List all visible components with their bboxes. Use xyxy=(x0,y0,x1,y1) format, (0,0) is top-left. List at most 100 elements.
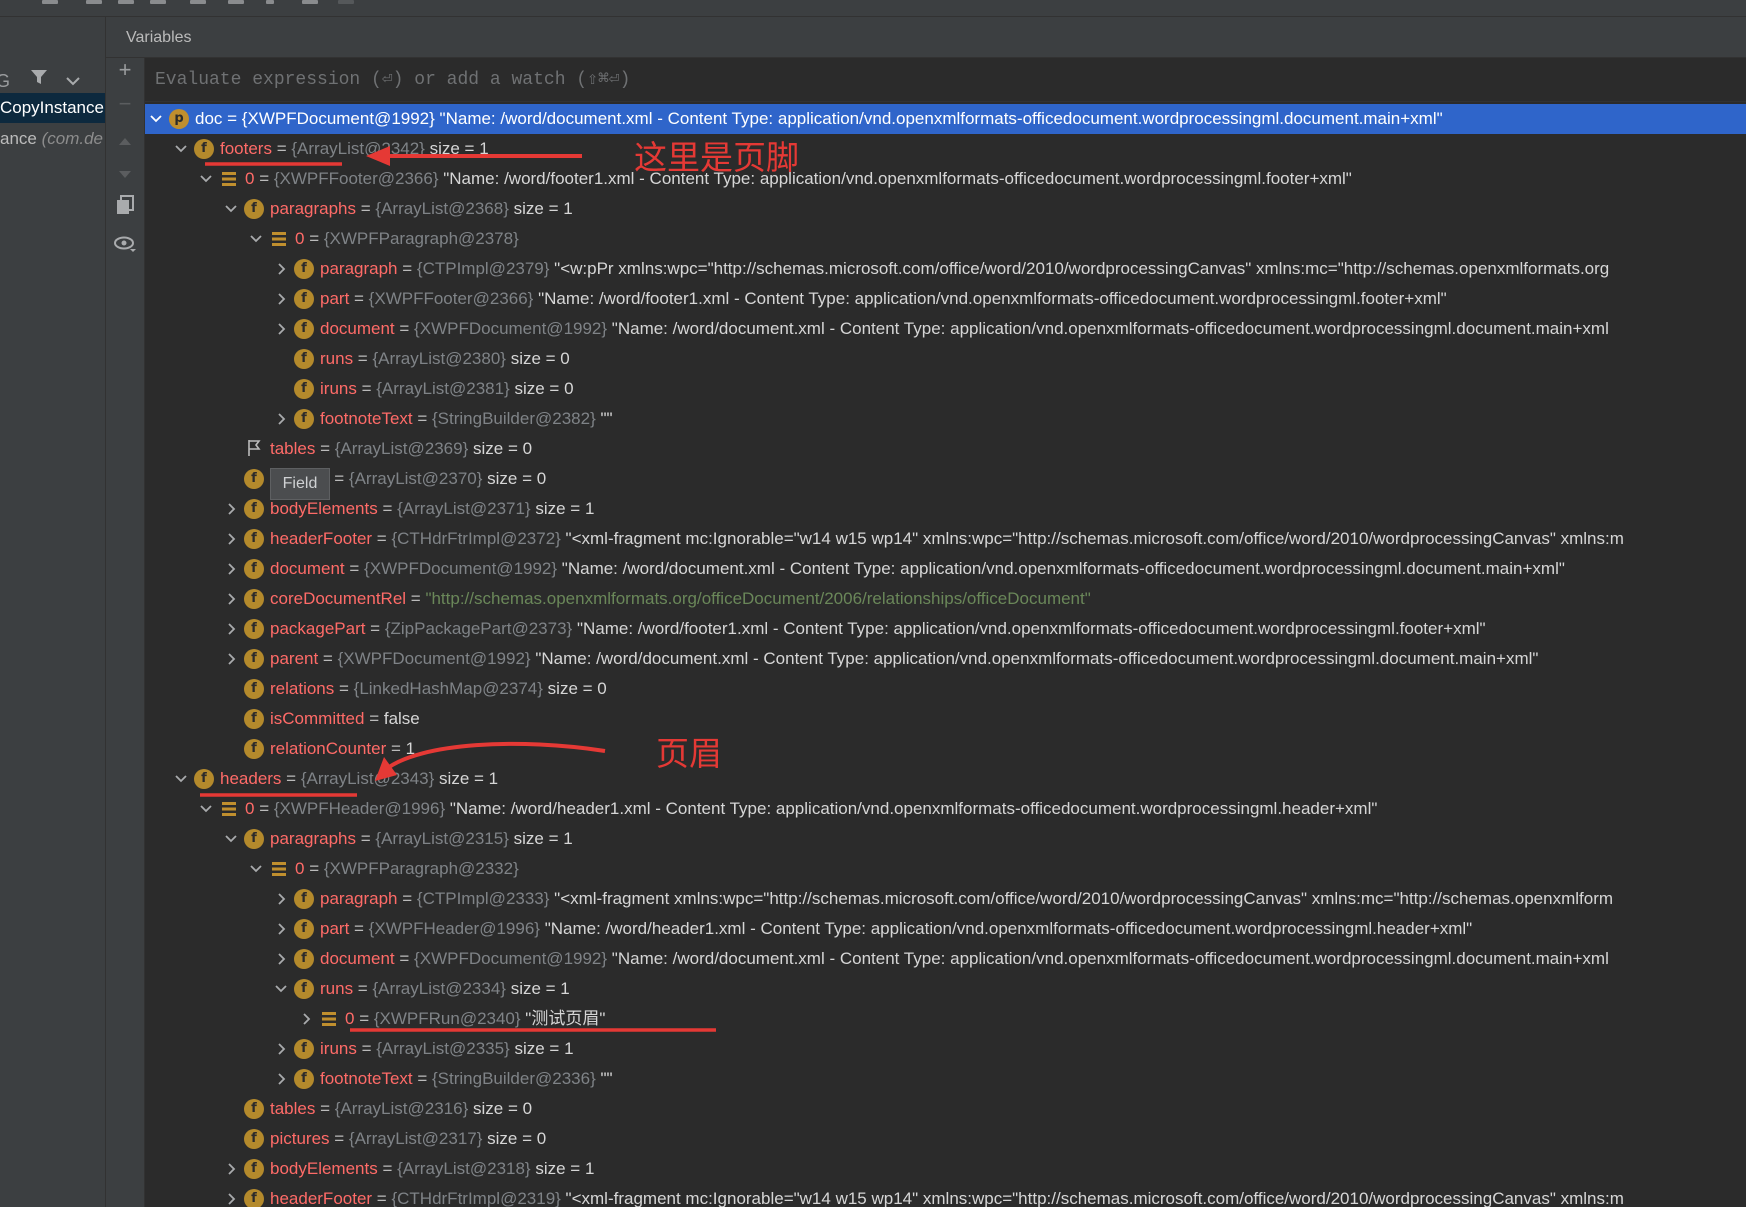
tree-row[interactable]: f paragraph = {CTPImpl@2333} "<xml-fragme… xyxy=(145,884,1746,914)
copy-icon[interactable] xyxy=(106,191,144,225)
chevron-down-icon[interactable] xyxy=(223,824,239,854)
chevron-down-icon[interactable] xyxy=(198,794,214,824)
tree-row-selected[interactable]: p doc = {XWPFDocument@1992} "Name: /word/… xyxy=(145,104,1746,134)
variable-name: footers xyxy=(220,139,272,158)
chevron-right-icon[interactable] xyxy=(273,884,289,914)
tree-row[interactable]: f paragraphs = {ArrayList@2315} size = 1 xyxy=(145,824,1746,854)
chevron-down-icon[interactable] xyxy=(248,224,264,254)
chevron-right-icon[interactable] xyxy=(223,554,239,584)
chevron-right-icon[interactable] xyxy=(273,404,289,434)
chevron-right-icon[interactable] xyxy=(273,1064,289,1094)
chevron-right-icon[interactable] xyxy=(273,914,289,944)
chevron-right-icon[interactable] xyxy=(223,524,239,554)
tree-row[interactable]: f footnoteText = {StringBuilder@2382} "" xyxy=(145,404,1746,434)
tree-row[interactable]: 0 = {XWPFFooter@2366} "Name: /word/foote… xyxy=(145,164,1746,194)
filter-icon[interactable] xyxy=(30,68,48,92)
frame-row[interactable]: ance (com.de xyxy=(0,124,105,154)
tree-row[interactable]: f paragraphs = {ArrayList@2368} size = 1 xyxy=(145,194,1746,224)
chevron-right-icon[interactable] xyxy=(223,1184,239,1207)
variable-name: document xyxy=(320,949,395,968)
dropdown-icon[interactable] xyxy=(66,73,80,91)
chevron-right-icon[interactable] xyxy=(223,644,239,674)
tree-row[interactable]: f iruns = {ArrayList@2381} size = 0 xyxy=(145,374,1746,404)
chevron-down-icon[interactable] xyxy=(198,164,214,194)
up-icon[interactable] xyxy=(106,122,144,156)
chevron-down-icon[interactable] xyxy=(173,134,189,164)
variable-name: iruns xyxy=(320,1039,357,1058)
tree-row[interactable]: f bodyElements = {ArrayList@2371} size = … xyxy=(145,494,1746,524)
tree-row[interactable]: f part = {XWPFFooter@2366} "Name: /word/f… xyxy=(145,284,1746,314)
run-to-cursor-icon[interactable] xyxy=(228,0,244,4)
tree-row[interactable]: f runs = {ArrayList@2334} size = 1 xyxy=(145,974,1746,1004)
step-over-icon[interactable] xyxy=(86,0,102,4)
force-step-into-icon[interactable] xyxy=(150,0,166,4)
down-icon[interactable] xyxy=(106,156,144,190)
chevron-right-icon[interactable] xyxy=(273,254,289,284)
frame-row-selected[interactable]: CopyInstance xyxy=(0,93,105,123)
variable-value: "<xml-fragment xmlns:wpc="http://schemas… xyxy=(549,889,1614,908)
chevron-down-icon[interactable] xyxy=(148,104,164,134)
trace-icon[interactable] xyxy=(302,0,318,4)
chevron-right-icon[interactable] xyxy=(273,1034,289,1064)
tree-row[interactable]: f paragraph = {CTPImpl@2379} "<w:pPr xmln… xyxy=(145,254,1746,284)
tree-row[interactable]: 0 = {XWPFParagraph@2332} xyxy=(145,854,1746,884)
tree-row[interactable]: 0 = {XWPFHeader@1996} "Name: /word/heade… xyxy=(145,794,1746,824)
variable-name: packagePart xyxy=(270,619,366,638)
tree-row[interactable]: f part = {XWPFHeader@1996} "Name: /word/h… xyxy=(145,914,1746,944)
equals-sign: = xyxy=(356,1039,377,1058)
tree-row[interactable]: f document = {XWPFDocument@1992} "Name: /… xyxy=(145,554,1746,584)
chevron-down-icon[interactable] xyxy=(248,854,264,884)
variable-value: size = 0 xyxy=(468,439,533,458)
tree-row[interactable]: f relationCounter = 1 xyxy=(145,734,1746,764)
chevron-right-icon[interactable] xyxy=(273,284,289,314)
tree-row[interactable]: f coreDocumentRel = "http://schemas.openx… xyxy=(145,584,1746,614)
tree-row[interactable]: tables = {ArrayList@2369} size = 0 xyxy=(145,434,1746,464)
watch-eye-icon[interactable] xyxy=(106,228,144,262)
tree-row[interactable]: f tables = {ArrayList@2316} size = 0 xyxy=(145,1094,1746,1124)
tree-row[interactable]: f parent = {XWPFDocument@1992} "Name: /wo… xyxy=(145,644,1746,674)
chevron-right-icon[interactable] xyxy=(298,1004,314,1034)
tree-row[interactable]: f packagePart = {ZipPackagePart@2373} "Na… xyxy=(145,614,1746,644)
tree-row[interactable]: f footers = {ArrayList@2342} size = 1 xyxy=(145,134,1746,164)
equals-sign: = xyxy=(397,259,417,278)
tree-row[interactable]: f pictures = {ArrayList@2317} size = 0 xyxy=(145,1124,1746,1154)
chevron-right-icon[interactable] xyxy=(273,314,289,344)
minus-icon[interactable]: − xyxy=(106,87,144,121)
step-out-icon[interactable] xyxy=(190,0,206,4)
chevron-down-icon[interactable] xyxy=(273,974,289,1004)
tree-row[interactable]: f document = {XWPFDocument@1992} "Name: /… xyxy=(145,314,1746,344)
step-icon[interactable] xyxy=(42,0,58,4)
chevron-down-icon[interactable] xyxy=(223,194,239,224)
field-icon: f xyxy=(294,1039,314,1059)
frame-package: (com.de xyxy=(41,129,104,148)
tree-row[interactable]: 0 = {XWPFRun@2340} "测试页眉" xyxy=(145,1004,1746,1034)
equals-sign: = xyxy=(318,649,338,668)
tree-row[interactable]: f iruns = {ArrayList@2335} size = 1 xyxy=(145,1034,1746,1064)
chevron-down-icon[interactable] xyxy=(173,764,189,794)
tree-row[interactable]: 0 = {XWPFParagraph@2378} xyxy=(145,224,1746,254)
tree-row[interactable]: f isCommitted = false xyxy=(145,704,1746,734)
chevron-right-icon[interactable] xyxy=(223,494,239,524)
tree-row[interactable]: f relations = {LinkedHashMap@2374} size =… xyxy=(145,674,1746,704)
tree-row[interactable]: f headers = {ArrayList@2343} size = 1 xyxy=(145,764,1746,794)
chevron-right-icon[interactable] xyxy=(223,1154,239,1184)
tree-row[interactable]: f document = {XWPFDocument@1992} "Name: /… xyxy=(145,944,1746,974)
field-icon: f xyxy=(294,349,314,369)
tree-row[interactable]: f footnoteText = {StringBuilder@2336} "" xyxy=(145,1064,1746,1094)
evaluate-icon[interactable] xyxy=(266,0,274,4)
tree-row[interactable]: f headerFooter = {CTHdrFtrImpl@2319} "<xm… xyxy=(145,1184,1746,1207)
layout-icon[interactable] xyxy=(338,0,354,4)
tree-row-text: document = {XWPFDocument@1992} "Name: /w… xyxy=(320,314,1609,344)
chevron-right-icon[interactable] xyxy=(223,614,239,644)
tree-row[interactable]: f bodyElements = {ArrayList@2318} size = … xyxy=(145,1154,1746,1184)
evaluate-expression-input[interactable] xyxy=(153,64,1657,96)
tree-row[interactable]: f runs = {ArrayList@2380} size = 0 xyxy=(145,344,1746,374)
variable-type: {ArrayList@2318} xyxy=(397,1159,531,1178)
tree-row[interactable]: f headerFooter = {CTHdrFtrImpl@2372} "<xm… xyxy=(145,524,1746,554)
tree-row[interactable]: fpictures = {ArrayList@2370} size = 0 xyxy=(145,464,1746,494)
plus-icon[interactable]: + xyxy=(106,53,144,87)
variable-value: "Name: /word/document.xml - Content Type… xyxy=(607,319,1609,338)
chevron-right-icon[interactable] xyxy=(223,584,239,614)
chevron-right-icon[interactable] xyxy=(273,944,289,974)
step-into-icon[interactable] xyxy=(118,0,134,4)
